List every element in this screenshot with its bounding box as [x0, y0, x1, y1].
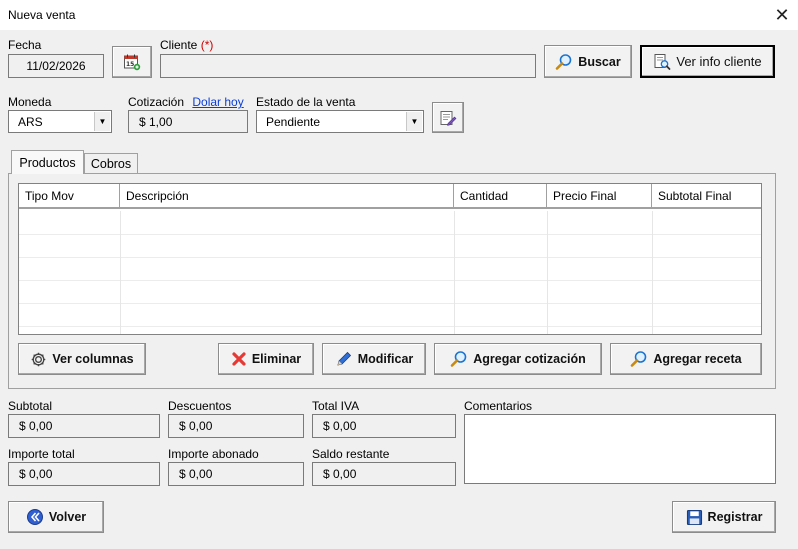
volver-label: Volver — [48, 510, 87, 524]
column-header-descripcion[interactable]: Descripción — [120, 184, 454, 209]
grid-col-line — [652, 211, 653, 334]
save-icon — [686, 509, 702, 525]
cliente-label: Cliente (*) — [160, 38, 213, 52]
estado-selected: Pendiente — [266, 114, 321, 129]
ver-columnas-button[interactable]: Ver columnas — [18, 343, 146, 375]
cotizacion-label: Cotización Dolar hoy — [128, 95, 244, 109]
importe-total-label: Importe total — [8, 447, 75, 461]
volver-button[interactable]: Volver — [8, 501, 104, 533]
importe-total-field[interactable]: $ 0,00 — [8, 462, 160, 486]
ver-columnas-label: Ver columnas — [52, 352, 134, 366]
estado-select[interactable]: Pendiente ▼ — [256, 110, 424, 133]
subtotal-field[interactable]: $ 0,00 — [8, 414, 160, 438]
document-search-icon — [654, 53, 671, 70]
buscar-button[interactable]: Buscar — [544, 45, 632, 78]
total-iva-field[interactable]: $ 0,00 — [312, 414, 456, 438]
edit-estado-button[interactable] — [432, 102, 464, 133]
required-mark: (*) — [200, 38, 214, 52]
moneda-label: Moneda — [8, 95, 52, 109]
grid-col-line — [547, 211, 548, 334]
close-icon[interactable]: ✕ — [766, 1, 798, 29]
cliente-input[interactable] — [160, 54, 536, 78]
eliminar-button[interactable]: Eliminar — [218, 343, 314, 375]
grid-col-line — [120, 211, 121, 334]
moneda-select[interactable]: ARS ▼ — [8, 110, 112, 133]
column-header-cantidad[interactable]: Cantidad — [454, 184, 547, 209]
cliente-label-text: Cliente — [160, 38, 198, 52]
back-icon — [26, 509, 43, 525]
total-iva-label: Total IVA — [312, 399, 360, 413]
search-icon — [555, 53, 572, 70]
modificar-label: Modificar — [357, 352, 414, 366]
svg-text:15: 15 — [126, 61, 134, 68]
agregar-cotizacion-label: Agregar cotización — [473, 352, 586, 366]
ver-info-cliente-button[interactable]: Ver info cliente — [640, 45, 775, 78]
modificar-button[interactable]: Modificar — [322, 343, 426, 375]
saldo-restante-field[interactable]: $ 0,00 — [312, 462, 456, 486]
importe-abonado-field[interactable]: $ 0,00 — [168, 462, 304, 486]
subtotal-label: Subtotal — [8, 399, 53, 413]
grid-col-line — [454, 211, 455, 334]
delete-icon — [232, 352, 246, 366]
column-header-precio-final[interactable]: Precio Final — [547, 184, 652, 209]
chevron-down-icon[interactable]: ▼ — [94, 112, 110, 131]
fecha-label: Fecha — [8, 38, 42, 52]
edit-note-icon — [440, 110, 457, 126]
descuentos-label: Descuentos — [168, 399, 232, 413]
cotizacion-field[interactable]: $ 1,00 — [128, 110, 248, 133]
calendar-button[interactable]: 15 — [112, 46, 152, 78]
search-icon — [450, 351, 467, 367]
dolar-hoy-link[interactable]: Dolar hoy — [192, 95, 243, 109]
moneda-selected: ARS — [18, 114, 43, 129]
grid-row-line — [19, 326, 761, 327]
comentarios-label: Comentarios — [464, 399, 533, 413]
descuentos-field[interactable]: $ 0,00 — [168, 414, 304, 438]
chevron-down-icon[interactable]: ▼ — [406, 112, 422, 131]
title-bar — [0, 0, 798, 30]
gear-icon — [32, 352, 46, 366]
grid-row-line — [19, 303, 761, 304]
grid-row-line — [19, 280, 761, 281]
estado-label: Estado de la venta — [256, 95, 356, 109]
importe-abonado-label: Importe abonado — [168, 447, 259, 461]
agregar-cotizacion-button[interactable]: Agregar cotización — [434, 343, 602, 375]
window-title: Nueva venta — [8, 8, 76, 22]
saldo-restante-label: Saldo restante — [312, 447, 390, 461]
eliminar-label: Eliminar — [251, 352, 302, 366]
buscar-label: Buscar — [578, 54, 621, 69]
column-header-subtotal-final[interactable]: Subtotal Final — [652, 184, 761, 209]
tab-productos[interactable]: Productos — [11, 150, 84, 174]
grid-row-line — [19, 257, 761, 258]
productos-grid[interactable]: Tipo Mov Descripción Cantidad Precio Fin… — [18, 183, 762, 335]
ver-info-cliente-label: Ver info cliente — [676, 54, 762, 69]
fecha-field[interactable]: 11/02/2026 — [8, 54, 104, 78]
cotizacion-label-text: Cotización — [128, 95, 185, 109]
agregar-receta-button[interactable]: Agregar receta — [610, 343, 762, 375]
grid-header: Tipo Mov Descripción Cantidad Precio Fin… — [19, 184, 761, 209]
registrar-label: Registrar — [707, 510, 763, 524]
tab-cobros[interactable]: Cobros — [84, 153, 138, 174]
column-header-tipo-mov[interactable]: Tipo Mov — [19, 184, 120, 209]
registrar-button[interactable]: Registrar — [672, 501, 776, 533]
agregar-receta-label: Agregar receta — [653, 352, 742, 366]
calendar-icon: 15 — [124, 54, 141, 71]
grid-row-line — [19, 234, 761, 235]
comentarios-textarea[interactable] — [464, 414, 776, 484]
pencil-icon — [337, 351, 351, 366]
search-icon — [631, 351, 647, 367]
